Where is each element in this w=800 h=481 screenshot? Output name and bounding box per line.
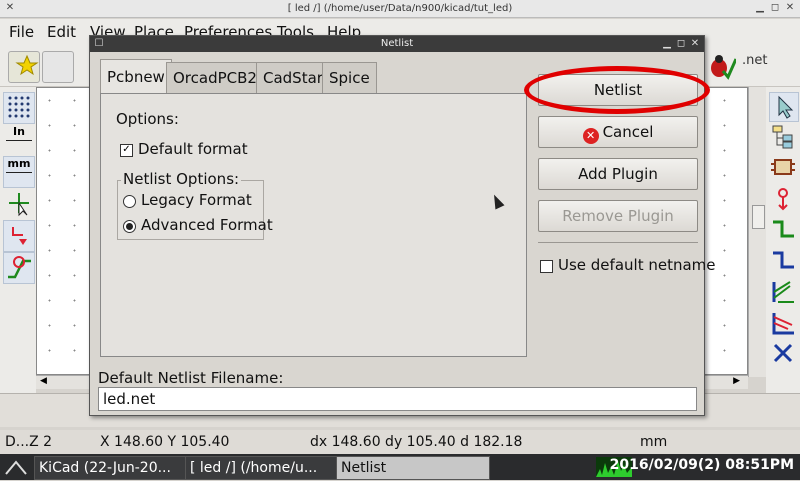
legacy-format-radio[interactable] <box>123 195 136 208</box>
maximize-icon[interactable]: ◻ <box>769 2 781 14</box>
advanced-format-label[interactable]: Advanced Format <box>141 216 273 234</box>
menu-edit[interactable]: Edit <box>47 23 76 41</box>
new-sheet-icon[interactable] <box>8 51 40 83</box>
scroll-right-icon[interactable]: ▶ <box>733 376 740 386</box>
scroll-left-icon[interactable]: ◀ <box>40 376 47 386</box>
filename-label: Default Netlist Filename: <box>98 369 284 387</box>
select-arrow-icon[interactable] <box>769 92 799 122</box>
radio-selected-dot <box>126 223 133 230</box>
use-default-netname-label[interactable]: Use default netname <box>558 256 716 274</box>
taskbar: KiCad (22-Jun-20... [ led /] (/home/u...… <box>0 454 800 480</box>
mm-label: mm <box>7 157 31 170</box>
tab-spice-label: Spice <box>329 69 370 87</box>
netlist-options-label: Netlist Options: <box>121 170 242 188</box>
use-default-netname-checkbox[interactable] <box>540 260 553 273</box>
right-toolbar <box>766 87 800 393</box>
button-separator <box>538 242 698 243</box>
start-menu-icon[interactable] <box>4 458 28 476</box>
bus-wire-angle-icon[interactable] <box>3 252 35 284</box>
close-icon[interactable]: ✕ <box>784 2 796 14</box>
dialog-titlebar: Netlist ☐ ▁ ◻ ✕ <box>90 36 704 52</box>
clock: 2016/02/09(2) 08:51PM <box>609 457 794 473</box>
hierarchy-icon[interactable] <box>42 51 74 83</box>
pcbnew-tab-panel: Options: ✓ Default format Netlist Option… <box>100 93 527 357</box>
netlist-tool-icon[interactable]: .net <box>738 51 768 81</box>
advanced-format-radio[interactable] <box>123 220 136 233</box>
dialog-close-icon[interactable]: ✕ <box>690 38 700 50</box>
bus-to-bus-entry-icon[interactable] <box>769 309 797 337</box>
netlist-dialog: Netlist ☐ ▁ ◻ ✕ Pcbnew OrcadPCB2 CadStar… <box>89 35 716 416</box>
menu-file[interactable]: File <box>9 23 34 41</box>
dialog-menu-icon[interactable]: ☐ <box>94 38 104 50</box>
vertical-scrollbar[interactable] <box>748 87 766 377</box>
taskbar-item-eeschema[interactable]: [ led /] (/home/u... <box>185 456 339 480</box>
cancel-button[interactable]: ✕ Cancel <box>538 116 698 148</box>
place-wire-icon[interactable] <box>769 216 797 244</box>
grid-toggle-icon[interactable] <box>3 92 35 124</box>
cursor-shape-icon[interactable] <box>3 188 35 220</box>
tab-orcadpcb2-label: OrcadPCB2 <box>173 69 257 87</box>
window-title: [ led /] (/home/user/Data/n900/kicad/tut… <box>287 3 513 14</box>
taskbar-item-eeschema-label: [ led /] (/home/u... <box>190 460 318 476</box>
taskbar-item-netlist-label: Netlist <box>341 460 387 476</box>
window-titlebar: [ led /] (/home/user/Data/n900/kicad/tut… <box>0 0 800 18</box>
legacy-format-label[interactable]: Legacy Format <box>141 191 252 209</box>
tab-cadstar[interactable]: CadStar <box>256 62 330 93</box>
units-inch-icon[interactable]: In <box>3 124 35 156</box>
dialog-minimize-icon[interactable]: ▁ <box>662 38 672 50</box>
tab-orcadpcb2[interactable]: OrcadPCB2 <box>166 62 264 93</box>
status-coordinates: X 148.60 Y 105.40 <box>100 434 230 450</box>
status-delta: dx 148.60 dy 105.40 d 182.18 <box>310 434 523 450</box>
remove-plugin-button[interactable]: Remove Plugin <box>538 200 698 232</box>
units-mm-icon[interactable]: mm <box>3 156 35 188</box>
status-zoom: D...Z 2 <box>5 434 53 450</box>
taskbar-item-kicad[interactable]: KiCad (22-Jun-20... <box>34 456 188 480</box>
dialog-maximize-icon[interactable]: ◻ <box>676 38 686 50</box>
status-units: mm <box>640 434 668 450</box>
no-connect-icon[interactable] <box>769 340 797 368</box>
window-menu-icon[interactable]: ✕ <box>4 2 16 14</box>
highlight-annotation <box>524 66 710 114</box>
dialog-title: Netlist <box>380 38 414 49</box>
left-toolbar: In mm <box>0 87 36 393</box>
default-format-label[interactable]: Default format <box>138 140 248 158</box>
options-label: Options: <box>116 110 179 128</box>
tab-pcbnew[interactable]: Pcbnew <box>100 59 172 94</box>
taskbar-item-kicad-label: KiCad (22-Jun-20... <box>39 460 171 476</box>
inch-label: In <box>13 125 25 138</box>
place-component-icon[interactable] <box>769 154 797 182</box>
cancel-icon: ✕ <box>582 128 599 144</box>
hierarchy-navigator-icon[interactable] <box>769 123 797 151</box>
hidden-pins-icon[interactable] <box>3 220 35 252</box>
netlist-filename-field[interactable]: led.net <box>98 387 697 411</box>
tab-spice[interactable]: Spice <box>322 62 377 93</box>
add-plugin-button[interactable]: Add Plugin <box>538 158 698 190</box>
wire-to-bus-entry-icon[interactable] <box>769 278 797 306</box>
place-power-icon[interactable] <box>769 185 797 213</box>
add-plugin-label: Add Plugin <box>578 165 658 183</box>
erc-bug-icon[interactable] <box>706 51 738 81</box>
net-label: .net <box>742 53 768 68</box>
tab-pcbnew-label: Pcbnew <box>107 68 165 86</box>
status-bar: D...Z 2 X 148.60 Y 105.40 dx 148.60 dy 1… <box>0 430 800 454</box>
tab-cadstar-label: CadStar <box>263 69 323 87</box>
place-bus-icon[interactable] <box>769 247 797 275</box>
remove-plugin-label: Remove Plugin <box>562 207 674 225</box>
taskbar-item-netlist[interactable]: Netlist <box>336 456 490 480</box>
cancel-button-label: Cancel <box>602 123 654 141</box>
default-format-checkbox[interactable]: ✓ <box>120 144 133 157</box>
vertical-scroll-thumb[interactable] <box>752 205 765 229</box>
minimize-icon[interactable]: ▁ <box>754 2 766 14</box>
